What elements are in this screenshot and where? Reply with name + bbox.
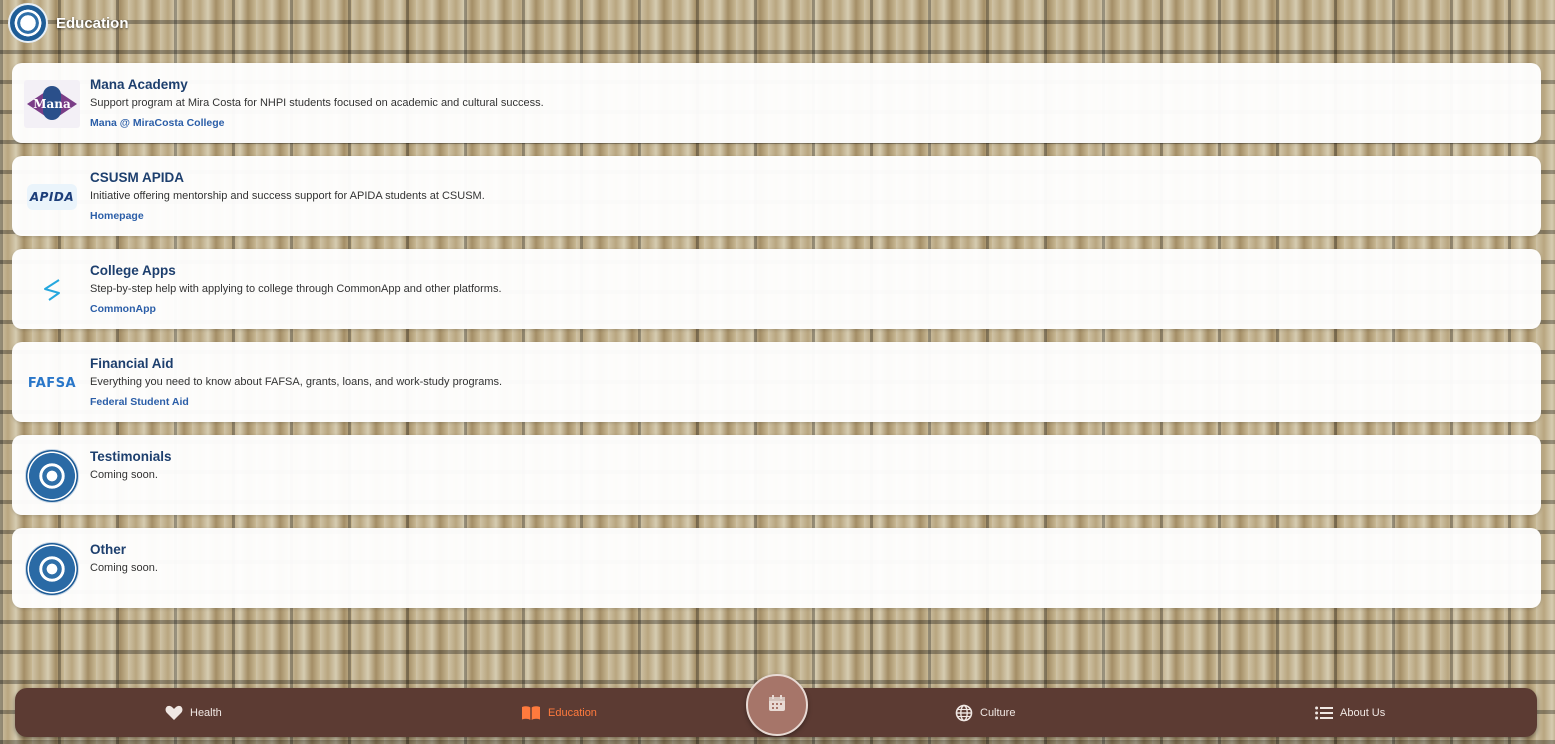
nav-education[interactable]: Education xyxy=(521,688,597,737)
card-description: Support program at Mira Costa for NHPI s… xyxy=(90,97,544,109)
commonapp-logo-icon xyxy=(24,262,80,318)
nav-about-us[interactable]: About Us xyxy=(1315,688,1385,737)
card-college-apps: College Apps Step-by-step help with appl… xyxy=(12,249,1541,329)
mana-academy-logo: Mana xyxy=(24,76,80,132)
community-seal-icon xyxy=(24,541,80,597)
site-logo[interactable] xyxy=(8,3,48,43)
card-title: Mana Academy xyxy=(90,77,188,92)
heart-icon xyxy=(165,705,183,721)
list-icon xyxy=(1315,706,1333,720)
page-title: Education xyxy=(56,14,129,32)
card-title: Financial Aid xyxy=(90,356,174,371)
globe-icon xyxy=(955,704,973,722)
apida-logo: APIDA xyxy=(24,169,80,225)
card-title: Other xyxy=(90,542,127,557)
resource-list: Mana Mana Academy Support program at Mir… xyxy=(12,63,1541,621)
community-seal-icon xyxy=(24,448,80,504)
federal-student-aid-link[interactable]: Federal Student Aid xyxy=(90,395,189,410)
card-title: College Apps xyxy=(90,263,176,278)
nav-label: Education xyxy=(548,706,597,719)
homepage-link[interactable]: Homepage xyxy=(90,209,144,224)
commonapp-link[interactable]: CommonApp xyxy=(90,302,156,317)
nav-culture[interactable]: Culture xyxy=(955,688,1015,737)
nav-health[interactable]: Health xyxy=(165,688,222,737)
card-other: Other Coming soon. xyxy=(12,528,1541,608)
fafsa-logo: FAFSA xyxy=(27,375,77,391)
card-description: Step-by-step help with applying to colle… xyxy=(90,283,502,295)
card-description: Everything you need to know about FAFSA,… xyxy=(90,376,503,388)
card-description: Coming soon. xyxy=(90,469,158,481)
nav-label: About Us xyxy=(1340,706,1386,719)
card-description: Coming soon. xyxy=(90,562,158,574)
book-open-icon xyxy=(521,705,541,721)
card-title: Testimonials xyxy=(90,449,172,464)
card-mana-academy: Mana Mana Academy Support program at Mir… xyxy=(12,63,1541,143)
card-description: Initiative offering mentorship and succe… xyxy=(90,190,485,202)
header: Education xyxy=(0,0,1555,46)
calendar-button[interactable] xyxy=(746,674,808,736)
card-financial-aid: FAFSA Financial Aid Everything you need … xyxy=(12,342,1541,422)
card-csusm-apida: APIDA CSUSM APIDA Initiative offering me… xyxy=(12,156,1541,236)
nav-label: Health xyxy=(190,706,222,719)
mana-academy-link[interactable]: Mana @ MiraCosta College xyxy=(90,116,225,131)
calendar-icon xyxy=(767,693,787,717)
card-testimonials: Testimonials Coming soon. xyxy=(12,435,1541,515)
nav-label: Culture xyxy=(980,706,1016,719)
card-title: CSUSM APIDA xyxy=(90,170,185,185)
